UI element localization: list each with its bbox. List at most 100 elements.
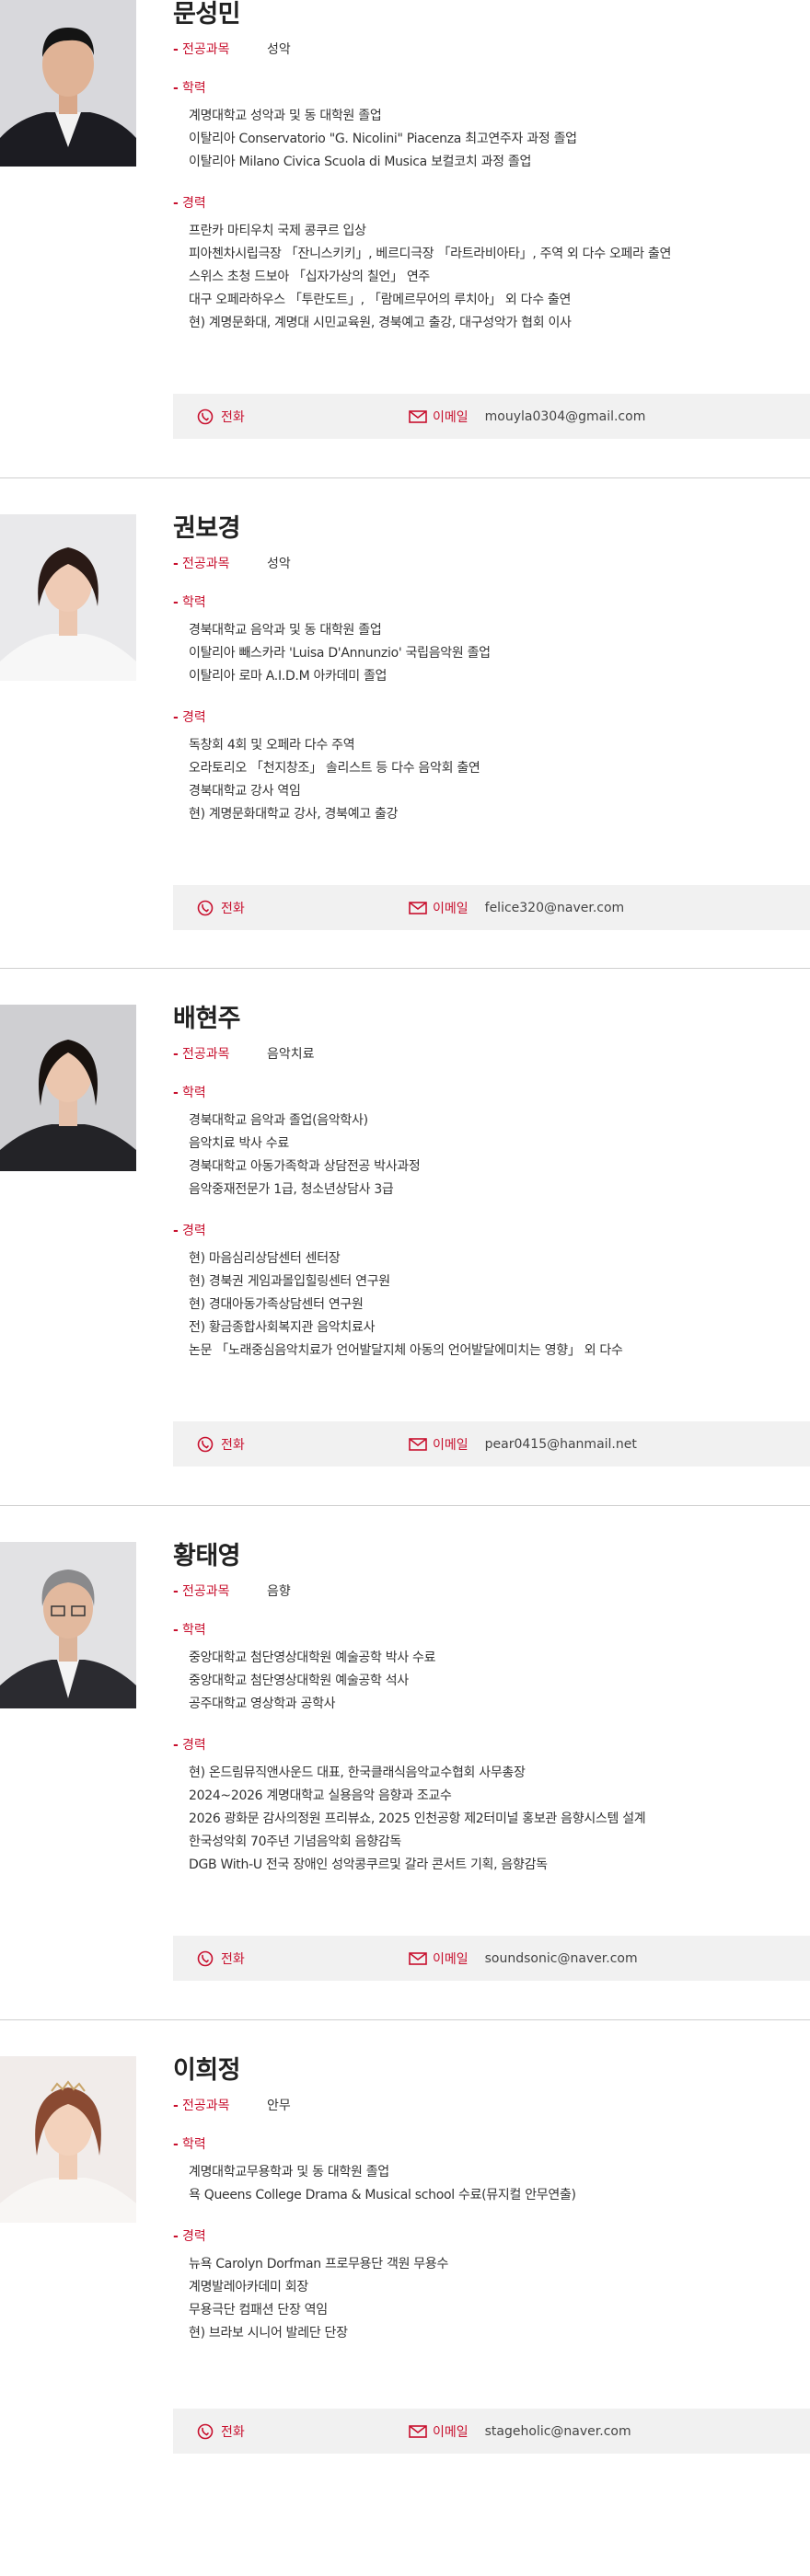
profile-photo <box>0 0 136 167</box>
profile-photo <box>0 1005 136 1171</box>
education-item: 욕 Queens College Drama & Musical school … <box>189 2188 576 2202</box>
major-value: 성악 <box>267 557 291 571</box>
dash-icon: - <box>173 710 179 725</box>
education-heading: - 학력 <box>173 79 810 98</box>
phone-contact[interactable]: 전화 <box>197 1421 245 1466</box>
dash-icon: - <box>173 196 179 211</box>
career-label: 경력 <box>182 2229 206 2244</box>
education-item: 중앙대학교 첨단영상대학원 예술공학 박사 수료 <box>189 1650 436 1665</box>
career-item: 오라토리오 「천지창조」 솔리스트 등 다수 음악회 출연 <box>189 761 480 776</box>
career-heading: - 경력 <box>173 1736 810 1754</box>
career-item: 피아첸차시립극장 「잔니스키키」, 베르디극장 「라트라비아타」, 주역 외 다… <box>189 247 672 261</box>
career-item: 2024~2026 계명대학교 실용음악 음향과 조교수 <box>189 1788 452 1803</box>
education-item: 경북대학교 아동가족학과 상담전공 박사과정 <box>189 1159 421 1174</box>
email-contact[interactable]: 이메일 felice320@naver.com <box>409 885 624 930</box>
profile-name: 문성민 <box>173 0 241 29</box>
phone-contact[interactable]: 전화 <box>197 394 245 439</box>
email-label: 이메일 <box>433 901 469 916</box>
dash-icon: - <box>173 42 179 57</box>
dash-icon: - <box>173 1738 179 1753</box>
career-item: 현) 계명문화대, 계명대 시민교육원, 경북예고 출강, 대구성악가 협회 이… <box>189 316 572 330</box>
education-item: 공주대학교 영상학과 공학사 <box>189 1696 336 1711</box>
phone-contact[interactable]: 전화 <box>197 885 245 930</box>
phone-contact[interactable]: 전화 <box>197 1936 245 1981</box>
email-address[interactable]: soundsonic@naver.com <box>485 1951 638 1966</box>
mail-icon <box>409 1950 427 1967</box>
education-label: 학력 <box>182 2137 206 2152</box>
career-list: 프란카 마티우치 국제 콩쿠르 입상 피아첸차시립극장 「잔니스키키」, 베르디… <box>189 220 810 335</box>
career-item: 현) 브라보 시니어 발레단 단장 <box>189 2326 348 2340</box>
email-contact[interactable]: 이메일 pear0415@hanmail.net <box>409 1421 637 1466</box>
profile-name: 황태영 <box>173 1542 241 1570</box>
phone-label: 전화 <box>221 1437 245 1453</box>
major-value: 음향 <box>267 1584 291 1599</box>
education-heading: - 학력 <box>173 1084 810 1102</box>
dash-icon: - <box>173 1047 179 1062</box>
career-item: 논문 「노래중심음악치료가 언어발달지체 아동의 언어발달에미치는 영향」 외 … <box>189 1343 623 1358</box>
career-item: 2026 광화문 감사의정원 프리뷰쇼, 2025 인천공항 제2터미널 홍보관… <box>189 1811 646 1826</box>
profile-name: 이희정 <box>173 2056 241 2085</box>
dash-icon: - <box>173 557 179 571</box>
career-item: 독창회 4회 및 오페라 다수 주역 <box>189 738 355 753</box>
dash-icon: - <box>173 1584 179 1599</box>
education-item: 음악중재전문가 1급, 청소년상담사 3급 <box>189 1182 394 1197</box>
education-label: 학력 <box>182 81 206 96</box>
contact-bar: 전화 이메일 pear0415@hanmail.net <box>173 1421 810 1466</box>
major-row: - 전공과목 음향 <box>173 1582 810 1601</box>
education-item: 계명대학교 성악과 및 동 대학원 졸업 <box>189 109 382 123</box>
email-contact[interactable]: 이메일 soundsonic@naver.com <box>409 1936 638 1981</box>
major-value: 음악치료 <box>267 1047 315 1062</box>
education-heading: - 학력 <box>173 593 810 612</box>
phone-icon <box>197 1950 214 1967</box>
career-item: 계명발레아카데미 회장 <box>189 2280 308 2294</box>
career-list: 현) 마음심리상담센터 센터장 현) 경북권 게임과몰입힐링센터 연구원 현) … <box>189 1248 810 1363</box>
education-item: 계명대학교무용학과 및 동 대학원 졸업 <box>189 2165 389 2179</box>
education-item: 음악치료 박사 수료 <box>189 1136 289 1151</box>
email-address[interactable]: mouyla0304@gmail.com <box>485 409 646 424</box>
email-address[interactable]: stageholic@naver.com <box>485 2424 631 2439</box>
email-address[interactable]: pear0415@hanmail.net <box>485 1437 637 1452</box>
profile-photo <box>0 1542 136 1708</box>
divider <box>0 1505 810 1506</box>
contact-bar: 전화 이메일 mouyla0304@gmail.com <box>173 394 810 439</box>
dash-icon: - <box>173 81 179 96</box>
career-heading: - 경력 <box>173 1222 810 1240</box>
mail-icon <box>409 2423 427 2440</box>
dash-icon: - <box>173 1086 179 1100</box>
mail-icon <box>409 900 427 916</box>
phone-contact[interactable]: 전화 <box>197 2409 245 2454</box>
dash-icon: - <box>173 1224 179 1238</box>
education-item: 이탈리아 빼스카라 'Luisa D'Annunzio' 국립음악원 졸업 <box>189 646 491 661</box>
email-label: 이메일 <box>433 1951 469 1967</box>
email-address[interactable]: felice320@naver.com <box>485 901 625 915</box>
phone-icon <box>197 1436 214 1453</box>
career-item: 프란카 마티우치 국제 콩쿠르 입상 <box>189 224 366 238</box>
education-list: 중앙대학교 첨단영상대학원 예술공학 박사 수료 중앙대학교 첨단영상대학원 예… <box>189 1647 810 1716</box>
email-contact[interactable]: 이메일 mouyla0304@gmail.com <box>409 394 645 439</box>
dash-icon: - <box>173 2137 179 2152</box>
career-list: 독창회 4회 및 오페라 다수 주역 오라토리오 「천지창조」 솔리스트 등 다… <box>189 734 810 826</box>
divider <box>0 968 810 969</box>
phone-label: 전화 <box>221 409 245 425</box>
email-contact[interactable]: 이메일 stageholic@naver.com <box>409 2409 631 2454</box>
major-label: 전공과목 <box>182 42 230 57</box>
career-label: 경력 <box>182 1224 206 1238</box>
contact-bar: 전화 이메일 stageholic@naver.com <box>173 2409 810 2454</box>
education-item: 이탈리아 로마 A.I.D.M 아카데미 졸업 <box>189 669 388 684</box>
phone-icon <box>197 2423 214 2440</box>
education-heading: - 학력 <box>173 2135 810 2154</box>
career-heading: - 경력 <box>173 194 810 213</box>
education-label: 학력 <box>182 1086 206 1100</box>
education-item: 경북대학교 음악과 졸업(음악학사) <box>189 1113 368 1128</box>
divider <box>0 477 810 478</box>
education-list: 경북대학교 음악과 및 동 대학원 졸업 이탈리아 빼스카라 'Luisa D'… <box>189 619 810 688</box>
career-item: 무용극단 컴패션 단장 역임 <box>189 2303 328 2317</box>
career-label: 경력 <box>182 710 206 725</box>
major-label: 전공과목 <box>182 2099 230 2113</box>
email-label: 이메일 <box>433 1437 469 1453</box>
career-item: 현) 마음심리상담센터 센터장 <box>189 1251 341 1266</box>
career-label: 경력 <box>182 1738 206 1753</box>
mail-icon <box>409 1436 427 1453</box>
career-item: 현) 경대아동가족상담센터 연구원 <box>189 1297 364 1312</box>
career-item: DGB With-U 전국 장애인 성악콩쿠르및 갈라 콘서트 기획, 음향감독 <box>189 1857 548 1872</box>
